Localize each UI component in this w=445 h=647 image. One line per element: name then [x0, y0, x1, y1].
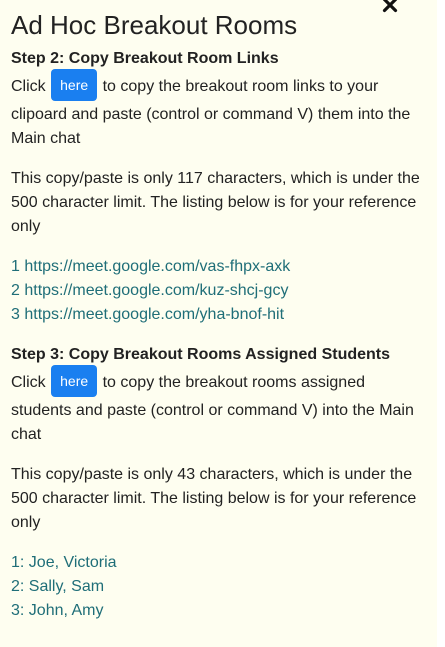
- step3-heading: Step 3: Copy Breakout Rooms Assigned Stu…: [11, 346, 391, 363]
- breakout-panel: Ad Hoc Breakout Rooms Step 2: Copy Break…: [0, 0, 437, 647]
- step2-heading: Step 2: Copy Breakout Room Links: [11, 50, 279, 67]
- step3-click-label: Click: [11, 374, 46, 392]
- student-room-3: 3: John, Amy: [11, 602, 104, 619]
- room-link-1[interactable]: 1 https://meet.google.com/vas-fhpx-axk: [11, 255, 421, 279]
- step3-note: This copy/paste is only 43 characters, w…: [11, 466, 417, 531]
- scrollbar-track: [437, 0, 445, 647]
- room-link-3[interactable]: 3 https://meet.google.com/yha-bnof-hit: [11, 303, 421, 327]
- close-icon: [382, 0, 398, 13]
- student-room-2: 2: Sally, Sam: [11, 578, 105, 595]
- step2-click-label: Click: [11, 78, 46, 96]
- assigned-students-list: 1: Joe, Victoria 2: Sally, Sam 3: John, …: [11, 551, 421, 623]
- close-button[interactable]: [379, 0, 401, 16]
- room-links-list: 1 https://meet.google.com/vas-fhpx-axk 2…: [11, 255, 421, 327]
- content: Step 2: Copy Breakout Room Links Click h…: [11, 47, 421, 623]
- copy-students-button[interactable]: here: [51, 365, 98, 397]
- page-title: Ad Hoc Breakout Rooms: [11, 10, 298, 40]
- room-link-2[interactable]: 2 https://meet.google.com/kuz-shcj-gcy: [11, 279, 421, 303]
- step3-instruction: Click here to copy the breakout rooms as…: [11, 365, 421, 447]
- copy-links-button[interactable]: here: [51, 69, 98, 101]
- step2-instruction: Click here to copy the breakout room lin…: [11, 69, 421, 151]
- student-room-1: 1: Joe, Victoria: [11, 554, 117, 571]
- step2-note: This copy/paste is only 117 characters, …: [11, 170, 420, 235]
